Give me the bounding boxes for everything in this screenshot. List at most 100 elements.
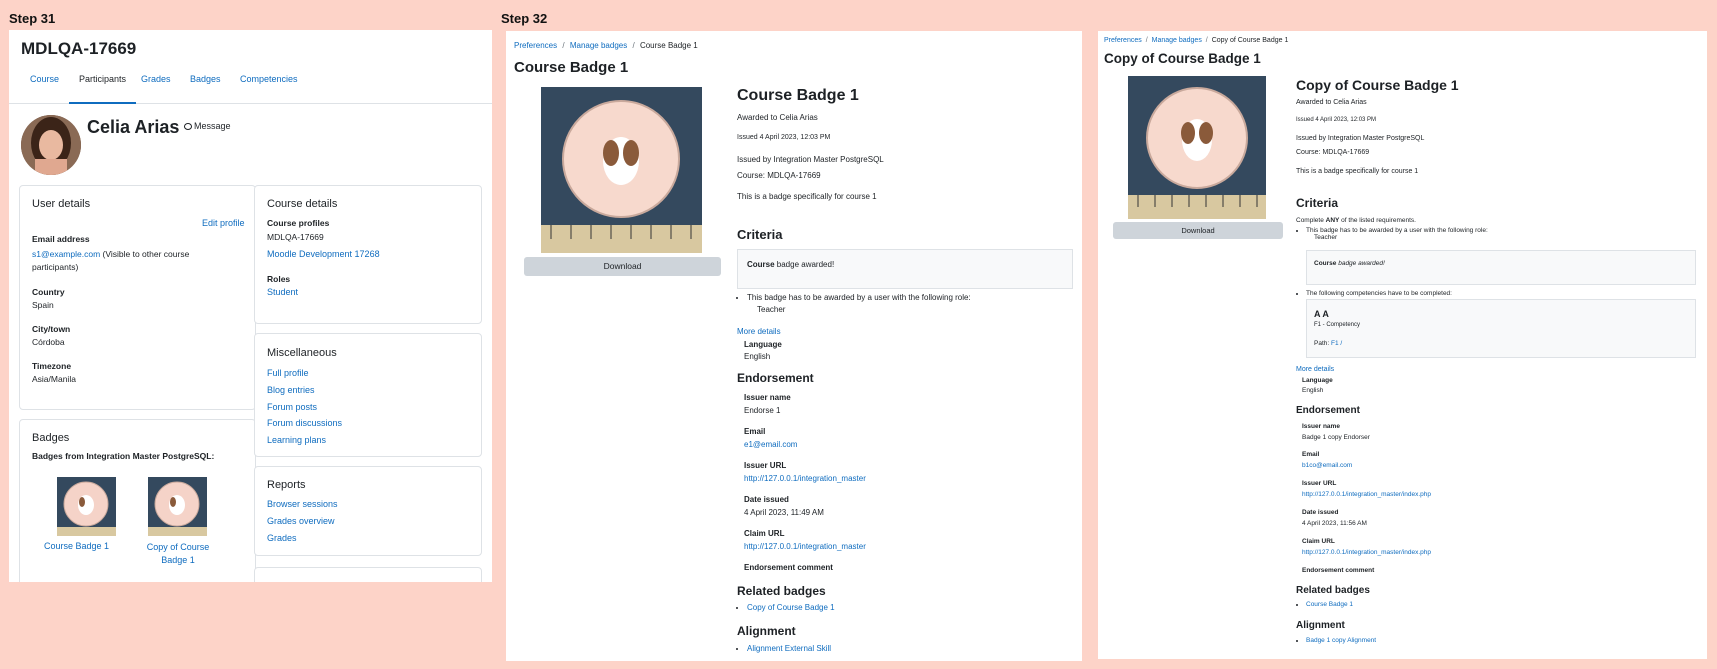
email-label: Email xyxy=(744,427,766,436)
alignment-list-2: Badge 1 copy Alignment xyxy=(1296,637,1376,644)
breadcrumb-2: Preferences / Manage badges / Copy of Co… xyxy=(1104,37,1289,44)
breadcrumb-2-manage-badges[interactable]: Manage badges xyxy=(1152,37,1202,44)
issuer-name-label: Issuer name xyxy=(744,393,791,402)
issuer-url-label: Issuer URL xyxy=(744,461,787,470)
criteria-list: This badge has to be awarded by a user w… xyxy=(737,293,1067,314)
reports-card: Reports Browser sessions Grades overview… xyxy=(254,466,482,556)
alignment-link[interactable]: Alignment External Skill xyxy=(747,644,831,653)
criteria-item: This badge has to be awarded by a user w… xyxy=(747,293,1067,314)
role-student-link[interactable]: Student xyxy=(267,287,298,297)
full-profile-link[interactable]: Full profile xyxy=(267,368,309,378)
message-button[interactable]: Message xyxy=(184,121,231,131)
criteria-title: Criteria xyxy=(737,227,783,242)
related-badges-title-2: Related badges xyxy=(1296,585,1370,596)
issuer-url-link[interactable]: http://127.0.0.1/integration_master xyxy=(744,474,866,483)
country-value: Spain xyxy=(32,300,54,310)
language-value-2: English xyxy=(1302,387,1324,394)
criteria-item-2: This badge has to be awarded by a user w… xyxy=(1306,227,1696,241)
course-profiles-label: Course profiles xyxy=(267,218,330,228)
copy-badge-link[interactable]: Copy of Course Badge 1 xyxy=(138,541,218,567)
step-31-label: Step 31 xyxy=(9,11,56,26)
email-row: s1@example.com (Visible to other course … xyxy=(32,248,247,274)
alignment-title-2: Alignment xyxy=(1296,620,1345,631)
breadcrumb-2-preferences[interactable]: Preferences xyxy=(1104,37,1142,44)
course-profile-1: MDLQA-17669 xyxy=(267,232,324,242)
copy-badge-link-line2[interactable]: Badge 1 xyxy=(161,555,195,565)
download-button[interactable]: Download xyxy=(524,257,721,276)
forum-posts-link[interactable]: Forum posts xyxy=(267,402,317,412)
related-badges-title: Related badges xyxy=(737,584,826,598)
badge1-panel: Preferences / Manage badges / Course Bad… xyxy=(506,31,1082,661)
issuer-name-value-2: Badge 1 copy Endorser xyxy=(1302,434,1370,441)
competency-item: The following competencies have to be co… xyxy=(1306,290,1696,297)
user-name: Celia Arias xyxy=(87,117,180,137)
breadcrumb-manage-badges[interactable]: Manage badges xyxy=(570,41,627,50)
course-details-title: Course details xyxy=(267,198,338,210)
date-issued-label-2: Date issued xyxy=(1302,509,1339,516)
tab-grades[interactable]: Grades xyxy=(141,75,171,104)
tab-course[interactable]: Course xyxy=(30,75,59,104)
email-link[interactable]: e1@email.com xyxy=(744,440,797,449)
criteria-box-text: Course badge awarded! xyxy=(747,260,835,269)
email-link-2[interactable]: b1co@email.com xyxy=(1302,462,1352,469)
date-issued-label: Date issued xyxy=(744,495,789,504)
breadcrumb-preferences[interactable]: Preferences xyxy=(514,41,557,50)
page-title-2: Copy of Course Badge 1 xyxy=(1104,51,1261,66)
more-details-link-2[interactable]: More details xyxy=(1296,366,1334,373)
browser-sessions-link[interactable]: Browser sessions xyxy=(267,499,338,509)
timezone-value: Asia/Manila xyxy=(32,374,76,384)
email-label: Email address xyxy=(32,234,90,244)
date-issued-value: 4 April 2023, 11:49 AM xyxy=(744,508,824,517)
related-badges-list-2: Course Badge 1 xyxy=(1296,601,1353,608)
course-badge-1-link[interactable]: Course Badge 1 xyxy=(44,541,109,551)
language-label-2: Language xyxy=(1302,377,1333,384)
claim-url-label-2: Claim URL xyxy=(1302,538,1335,545)
alignment-link-2[interactable]: Badge 1 copy Alignment xyxy=(1306,637,1376,644)
tab-participants[interactable]: Participants xyxy=(69,75,137,104)
user-details-title: User details xyxy=(32,198,91,210)
issuer-url-link-2[interactable]: http://127.0.0.1/integration_master/inde… xyxy=(1302,491,1431,498)
forum-discussions-link[interactable]: Forum discussions xyxy=(267,418,342,428)
course-title: MDLQA-17669 xyxy=(21,39,137,58)
endorsement-title: Endorsement xyxy=(737,371,814,385)
course-badge-1-image[interactable] xyxy=(57,477,116,536)
claim-url-link[interactable]: http://127.0.0.1/integration_master xyxy=(744,542,866,551)
grades-overview-link[interactable]: Grades overview xyxy=(267,516,335,526)
competency-sub: F1 - Competency xyxy=(1314,322,1361,328)
tab-competencies[interactable]: Competencies xyxy=(240,75,298,104)
email-label-2: Email xyxy=(1302,451,1320,458)
download-button-2[interactable]: Download xyxy=(1113,222,1283,239)
issued-by-2: Issued by Integration Master PostgreSQL xyxy=(1296,135,1425,142)
claim-url-link-2[interactable]: http://127.0.0.1/integration_master/inde… xyxy=(1302,549,1431,556)
competency-path-link[interactable]: F1 / xyxy=(1331,340,1342,347)
edit-profile-link[interactable]: Edit profile xyxy=(202,218,245,228)
issued-date: Issued 4 April 2023, 12:03 PM xyxy=(737,134,831,141)
tab-badges[interactable]: Badges xyxy=(190,75,221,104)
user-details-card: User details Edit profile Email address … xyxy=(19,185,256,410)
page-title: Course Badge 1 xyxy=(514,59,629,76)
email-note: (Visible to other course xyxy=(102,249,190,259)
course-profile-2-link[interactable]: Moodle Development 17268 xyxy=(267,249,380,259)
language-label: Language xyxy=(744,340,782,349)
more-details-link[interactable]: More details xyxy=(737,327,781,336)
badge-image xyxy=(541,87,702,253)
grades-link[interactable]: Grades xyxy=(267,533,297,543)
competency-box: A A F1 - Competency Path: F1 / xyxy=(1306,299,1696,358)
step-32-label: Step 32 xyxy=(501,11,548,26)
misc-card: Miscellaneous Full profile Blog entries … xyxy=(254,333,482,457)
badge-description-2: This is a badge specifically for course … xyxy=(1296,168,1419,175)
badge-image-2 xyxy=(1128,76,1266,219)
badge-course-2: Course: MDLQA-17669 xyxy=(1296,149,1370,156)
related-badge-link-2[interactable]: Course Badge 1 xyxy=(1306,601,1353,608)
learning-plans-link[interactable]: Learning plans xyxy=(267,435,326,445)
copy-badge-link-line1[interactable]: Copy of Course xyxy=(147,542,210,552)
blog-entries-link[interactable]: Blog entries xyxy=(267,385,315,395)
breadcrumb-current: Course Badge 1 xyxy=(639,41,698,50)
badges-card: Badges Badges from Integration Master Po… xyxy=(19,419,256,582)
copy-badge-image[interactable] xyxy=(148,477,207,536)
related-badge-link[interactable]: Copy of Course Badge 1 xyxy=(747,603,835,612)
course-tabs: Course Participants Grades Badges Compet… xyxy=(9,75,492,104)
email-link[interactable]: s1@example.com xyxy=(32,249,100,259)
issued-by: Issued by Integration Master PostgreSQL xyxy=(737,155,884,164)
criteria-title-2: Criteria xyxy=(1296,196,1339,210)
